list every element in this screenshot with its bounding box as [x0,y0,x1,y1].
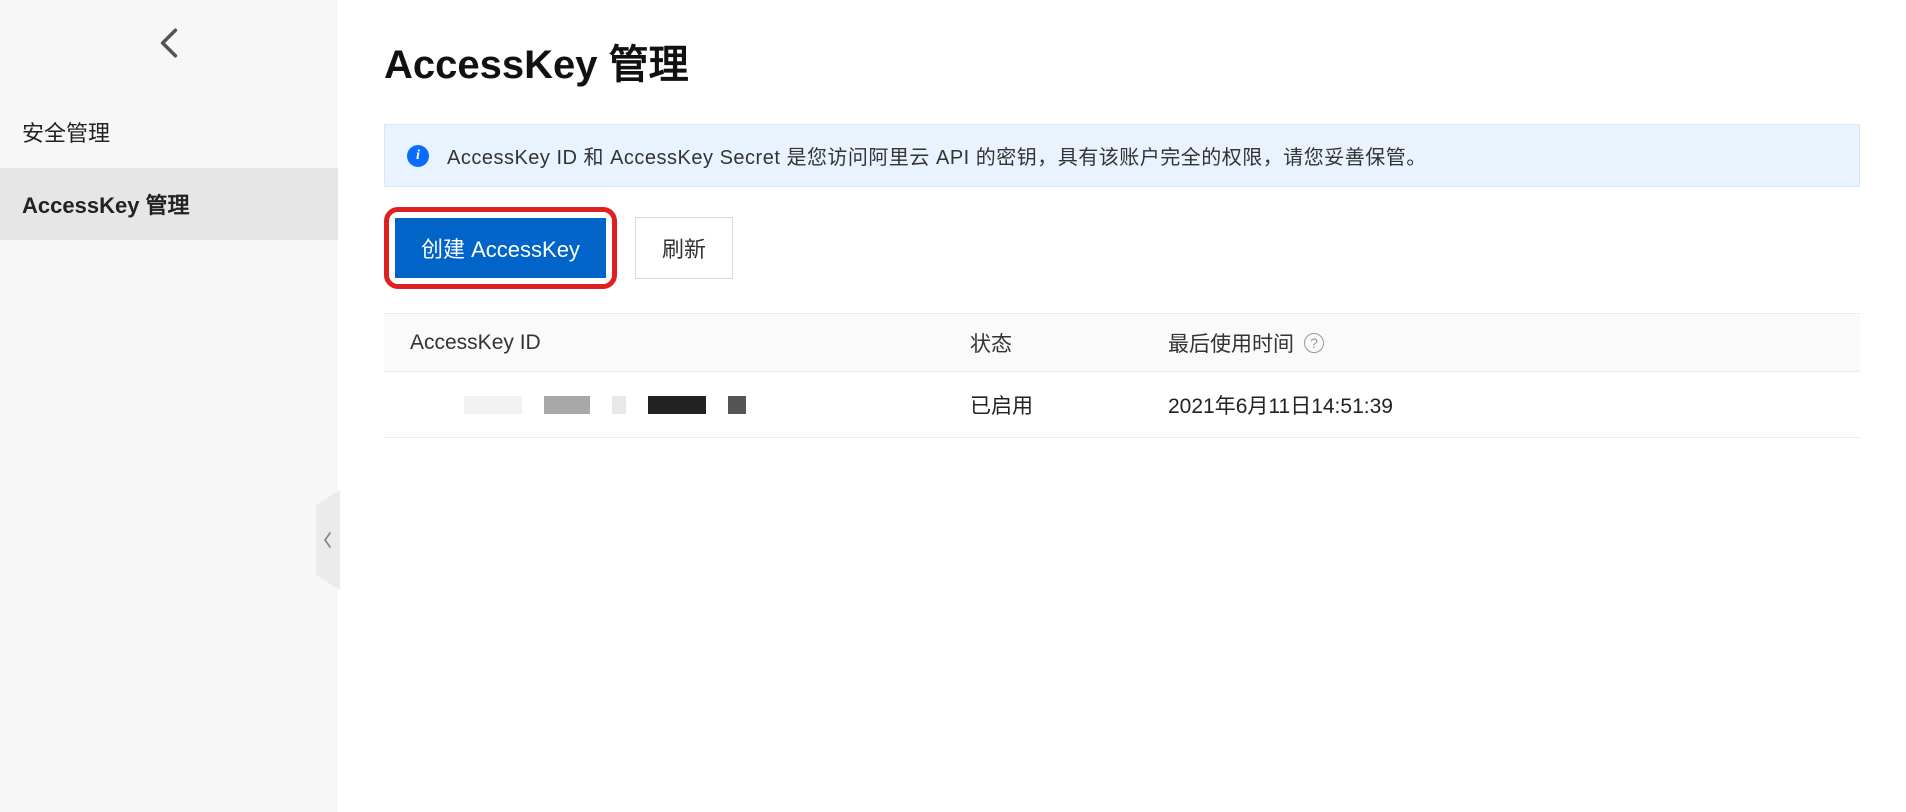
redacted-id [410,396,944,414]
info-icon: i [407,145,429,167]
table-header-row: AccessKey ID 状态 最后使用时间 ? [384,314,1860,372]
sidebar-item-accesskey[interactable]: AccessKey 管理 [0,168,338,240]
actions-row: 创建 AccessKey 刷新 [384,207,1860,289]
sidebar-item-label: AccessKey 管理 [22,193,190,218]
info-banner: i AccessKey ID 和 AccessKey Secret 是您访问阿里… [384,124,1860,187]
help-icon[interactable]: ? [1304,333,1324,353]
sidebar-item-label: 安全管理 [22,121,110,146]
main-content: AccessKey 管理 i AccessKey ID 和 AccessKey … [338,0,1906,812]
table-header-status: 状态 [944,328,1142,358]
info-banner-text: AccessKey ID 和 AccessKey Secret 是您访问阿里云 … [447,141,1427,170]
table-header-last-used: 最后使用时间 ? [1142,328,1860,358]
create-accesskey-button[interactable]: 创建 AccessKey [395,218,606,278]
sidebar-item-security[interactable]: 安全管理 [0,96,338,168]
sidebar: 安全管理 AccessKey 管理 [0,0,338,812]
sidebar-collapse-toggle[interactable] [316,490,340,590]
table-header-last-used-label: 最后使用时间 [1168,328,1294,358]
chevron-left-icon [159,27,179,59]
create-button-highlight: 创建 AccessKey [384,207,617,289]
cell-last-used: 2021年6月11日14:51:39 [1142,390,1860,420]
refresh-button[interactable]: 刷新 [635,217,733,279]
sidebar-back-button[interactable] [0,0,338,96]
accesskey-table: AccessKey ID 状态 最后使用时间 ? 已启用 2021年6月11日1… [384,313,1860,438]
table-header-id: AccessKey ID [384,331,944,355]
table-row: 已启用 2021年6月11日14:51:39 [384,372,1860,438]
cell-status: 已启用 [944,390,1142,420]
page-title: AccessKey 管理 [384,32,1860,90]
cell-accesskey-id [384,396,944,414]
chevron-left-icon [323,531,333,549]
